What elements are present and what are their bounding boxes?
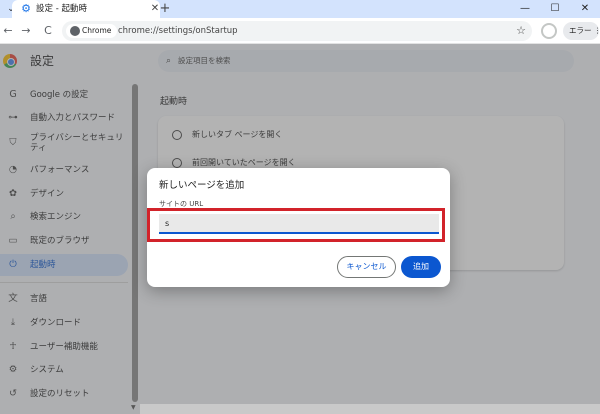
dialog-title: 新しいページを追加 [159,180,245,191]
chrome-icon [70,26,80,36]
tab-strip: ⌄ ⚙ 設定 - 起動時 ✕ + — ☐ ✕ [0,0,600,18]
site-chip[interactable]: Chrome [66,24,118,38]
profile-avatar[interactable] [541,23,557,39]
maximize-button[interactable]: ☐ [540,0,570,18]
taskbar-edge [140,404,600,414]
bookmark-star-icon[interactable]: ☆ [514,23,528,39]
profile-error-button[interactable]: エラー ⋮ [563,22,600,40]
site-chip-label: Chrome [82,26,112,35]
tab-title: 設定 - 起動時 [36,4,87,14]
forward-icon[interactable]: → [18,23,34,39]
url-field[interactable] [159,214,439,234]
profile-error-label: エラー [569,26,592,35]
cancel-button[interactable]: キャンセル [337,256,396,278]
add-button[interactable]: 追加 [401,256,441,278]
back-icon[interactable]: ← [0,23,16,39]
tab-settings[interactable]: ⚙ 設定 - 起動時 [12,0,160,18]
url-field-label: サイトの URL [159,200,204,208]
add-page-dialog: 新しいページを追加 サイトの URL キャンセル 追加 [147,168,450,287]
url-text: chrome://settings/onStartup [118,26,238,36]
new-tab-icon[interactable]: + [158,1,172,17]
reload-icon[interactable]: C [40,23,56,39]
gear-icon: ⚙ [21,2,31,15]
close-window-button[interactable]: ✕ [570,0,600,18]
minimize-button[interactable]: — [510,0,540,18]
toolbar: ← → C Chrome chrome://settings/onStartup… [0,18,600,44]
address-bar[interactable]: Chrome chrome://settings/onStartup ☆ [62,21,532,41]
